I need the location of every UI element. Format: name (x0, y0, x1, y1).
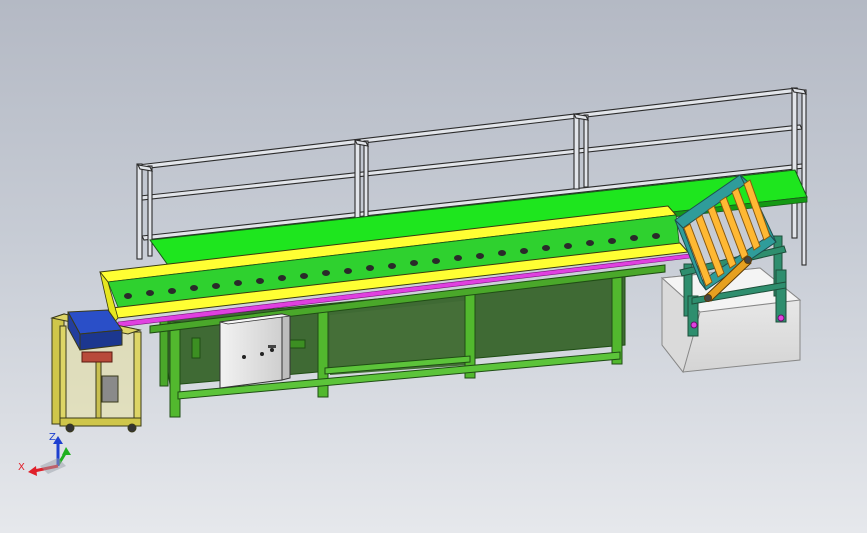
model-canvas[interactable]: Z X (0, 0, 867, 533)
drive-unit-cabinet[interactable] (50, 309, 142, 433)
cad-viewport[interactable]: Z X (0, 0, 867, 533)
triad-z-label: Z (49, 432, 56, 443)
electrical-cabinet[interactable] (219, 313, 291, 389)
coordinate-triad: Z X (18, 432, 71, 476)
triad-x-label: X (18, 462, 25, 473)
